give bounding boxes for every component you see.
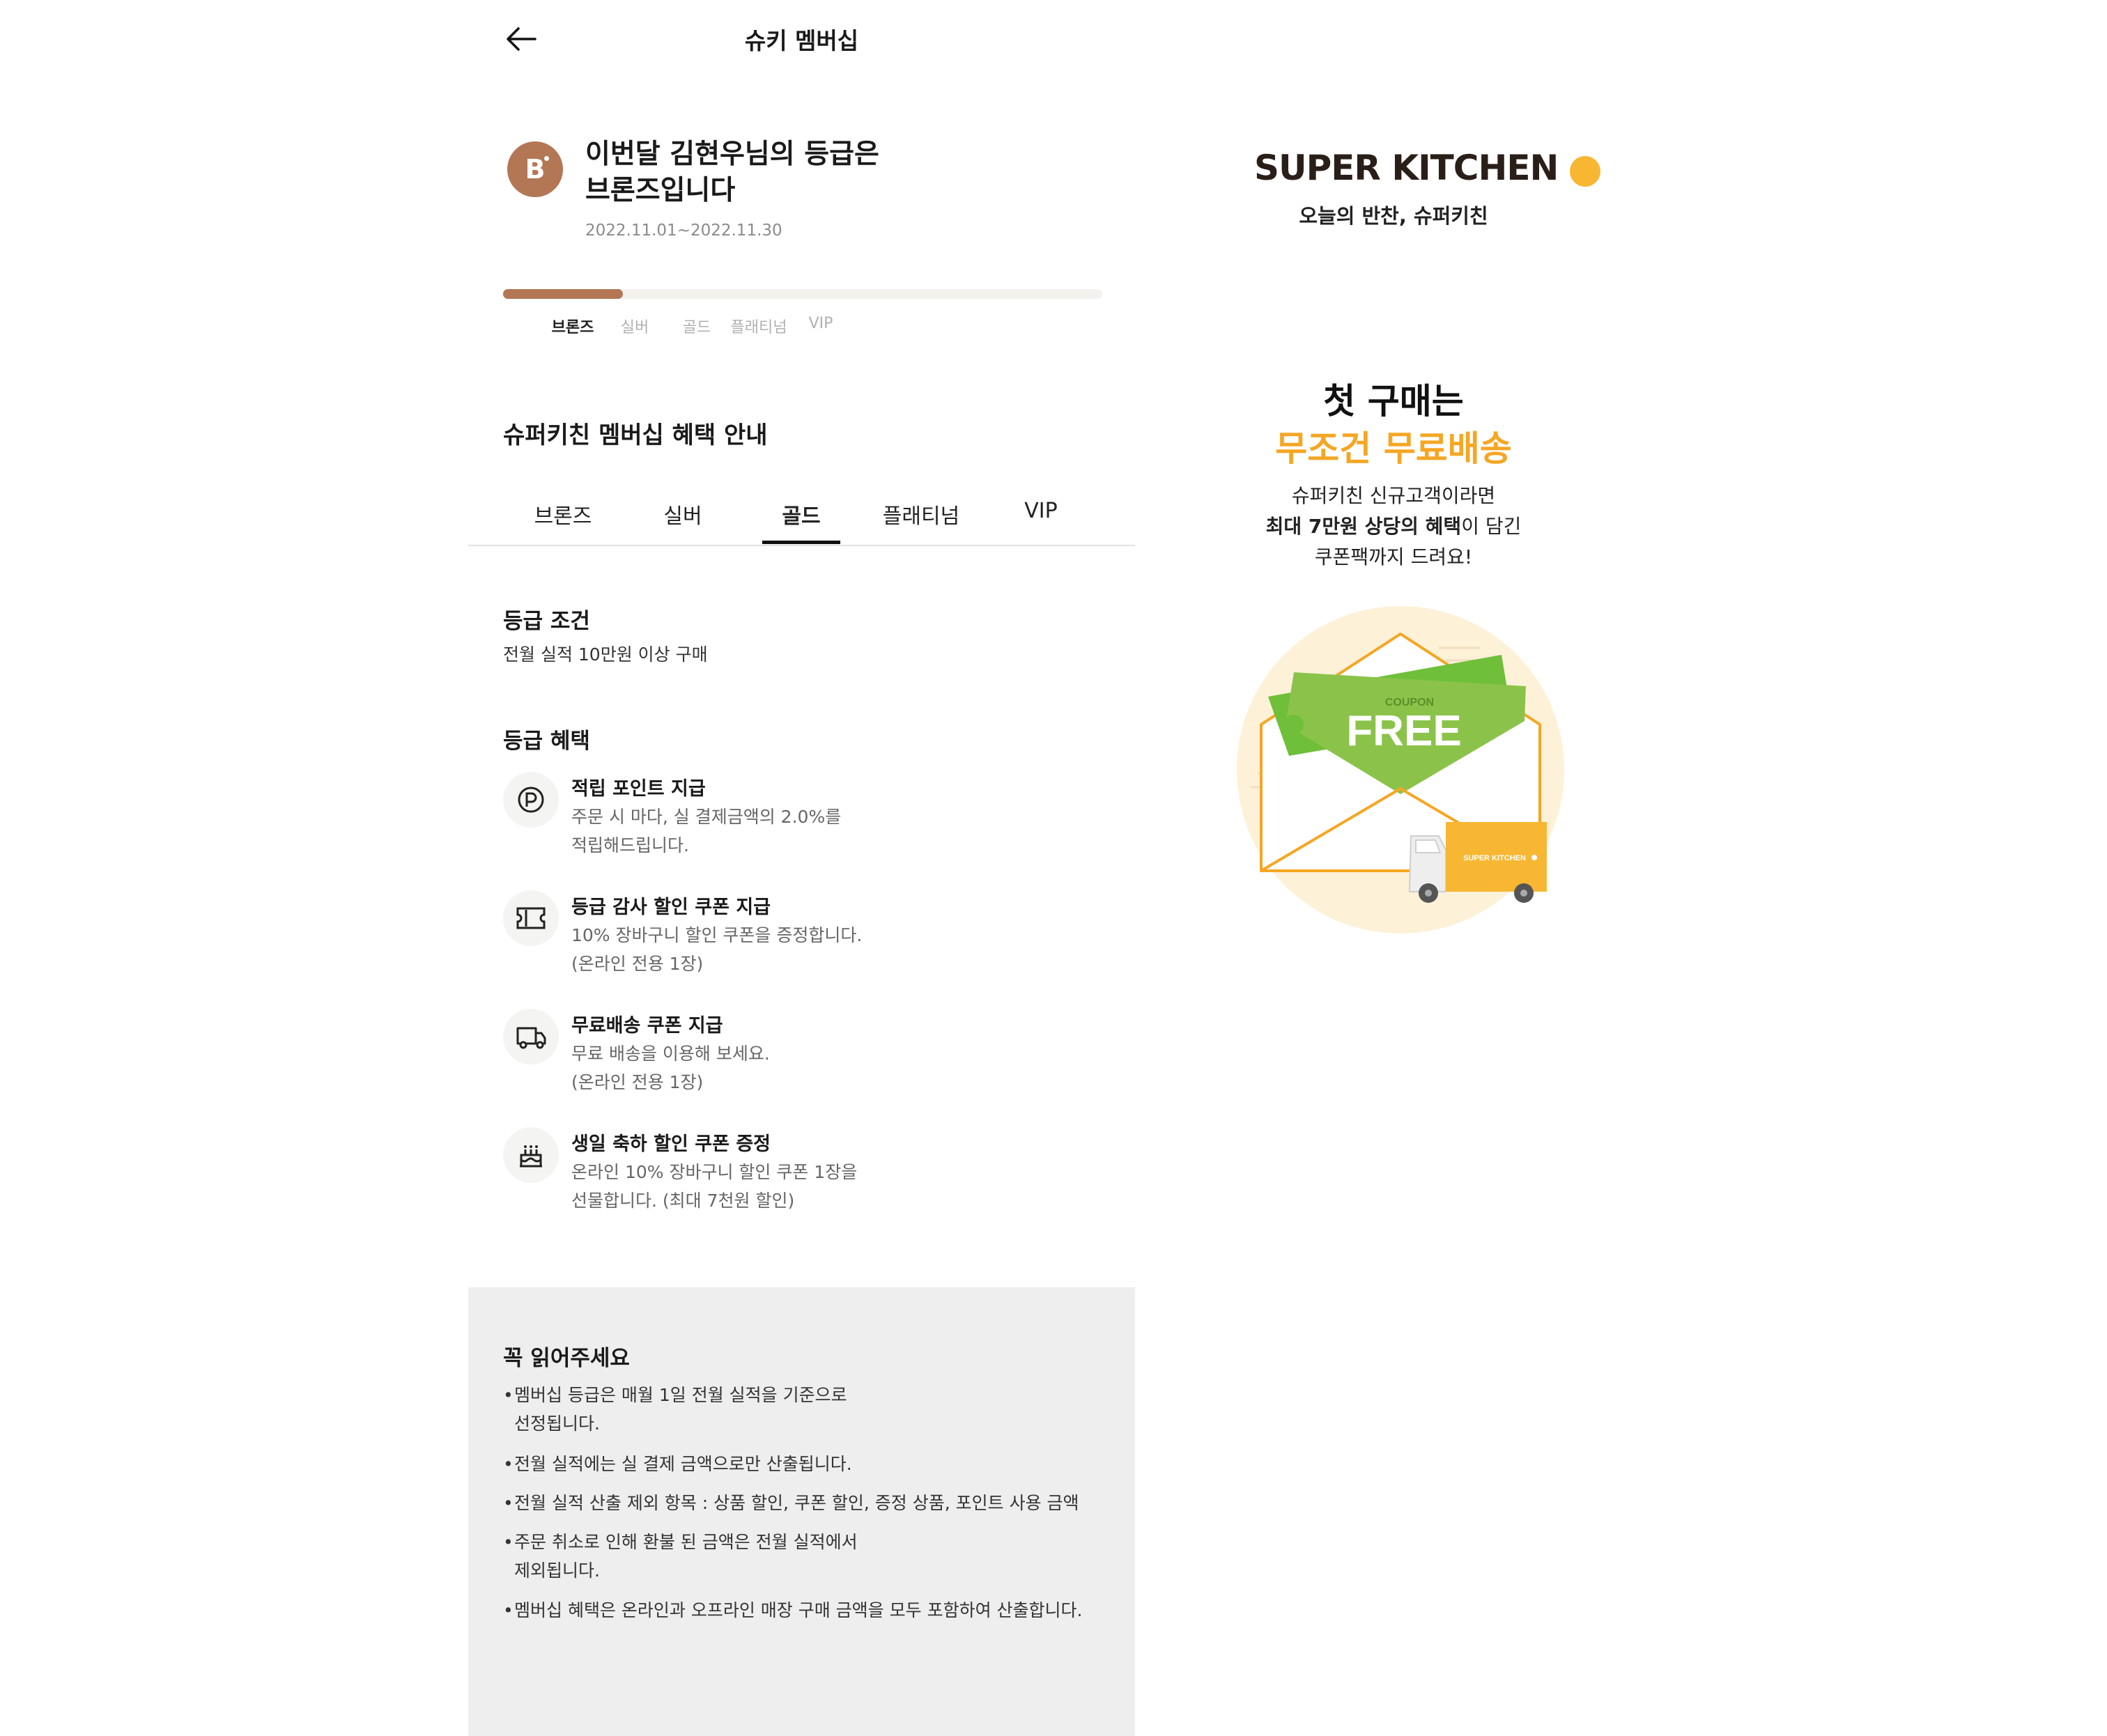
benefit-title: 등급 혜택 bbox=[503, 729, 590, 754]
badge-dot bbox=[544, 156, 549, 161]
notice-item: • 멤버십 등급은 매월 1일 전월 실적을 기준으로 선정됩니다. bbox=[503, 1381, 1116, 1438]
notice-item-line1: 멤버십 등급은 매월 1일 전월 실적을 기준으로 bbox=[514, 1385, 847, 1405]
bullet: • bbox=[503, 1493, 514, 1513]
brand-tagline: 오늘의 반찬, 슈퍼키친 bbox=[1299, 204, 1488, 228]
bullet: • bbox=[503, 1532, 514, 1552]
tab-selected-indicator bbox=[762, 541, 840, 544]
tab-vip[interactable]: VIP bbox=[999, 499, 1083, 523]
promo-desc-line2: 최대 7만원 상당의 혜택이 담긴 bbox=[1184, 511, 1603, 539]
grade-progress-fill bbox=[503, 289, 623, 299]
brand-logo: SUPER KITCHEN bbox=[1254, 148, 1559, 188]
notice-item-line1: 전월 실적에는 실 결제 금액으로만 산출됩니다. bbox=[514, 1454, 852, 1474]
grade-step-vip: VIP bbox=[808, 315, 833, 332]
benefit-item-desc: 무료 배송을 이용해 보세요. (온라인 전용 1장) bbox=[571, 1039, 962, 1096]
benefit-desc-line1: 무료 배송을 이용해 보세요. bbox=[571, 1044, 770, 1064]
notice-item-line1: 전월 실적 산출 제외 항목 : 상품 할인, 쿠폰 할인, 증정 상품, 포인… bbox=[514, 1493, 1079, 1513]
free-delivery-illustration: COUPON FREE SUPER KITCHEN bbox=[1237, 606, 1564, 933]
benefit-item-desc: 온라인 10% 장바구니 할인 쿠폰 1장을 선물합니다. (최대 7천원 할인… bbox=[571, 1158, 962, 1215]
tab-bronze[interactable]: 브론즈 bbox=[521, 499, 605, 529]
grade-progress-bar bbox=[503, 289, 1102, 299]
promo-desc-bold: 최대 7만원 상당의 혜택 bbox=[1265, 515, 1462, 538]
bullet: • bbox=[503, 1385, 514, 1405]
benefit-desc-line1: 주문 시 마다, 실 결제금액의 2.0%를 bbox=[571, 807, 842, 827]
benefit-item-title: 적립 포인트 지급 bbox=[571, 778, 706, 800]
benefit-desc-line2: 적립해드립니다. bbox=[571, 835, 689, 855]
grade-badge: B bbox=[507, 141, 563, 197]
notice-item-line2: 제외됩니다. bbox=[514, 1560, 600, 1581]
app-bar: 슈키 멤버십 bbox=[468, 0, 1135, 77]
tab-gold[interactable]: 골드 bbox=[759, 499, 843, 529]
benefit-desc-line2: (온라인 전용 1장) bbox=[571, 1072, 704, 1092]
promo-headline: 첫 구매는 bbox=[1323, 381, 1464, 421]
bullet: • bbox=[503, 1600, 514, 1620]
grade-message-line1: 이번달 김현우님의 등급은 bbox=[585, 139, 879, 170]
benefit-item-title: 생일 축하 할인 쿠폰 증정 bbox=[571, 1133, 771, 1155]
benefit-desc-line2: 선물합니다. (최대 7천원 할인) bbox=[571, 1191, 795, 1211]
grade-message: 이번달 김현우님의 등급은 브론즈입니다 bbox=[585, 137, 1003, 209]
promo-headline-highlight: 무조건 무료배송 bbox=[1275, 428, 1512, 469]
tab-silver[interactable]: 실버 bbox=[641, 499, 725, 529]
truck-label: SUPER KITCHEN bbox=[1463, 854, 1526, 862]
tab-platinum[interactable]: 플래티넘 bbox=[879, 499, 963, 529]
grade-tabs: 브론즈 실버 골드 플래티넘 VIP bbox=[468, 481, 1135, 546]
benefit-item-title: 등급 감사 할인 쿠폰 지급 bbox=[571, 897, 771, 918]
grade-badge-letter: B bbox=[525, 154, 546, 185]
coupon-text: FREE bbox=[1346, 707, 1461, 755]
benefit-item-desc: 주문 시 마다, 실 결제금액의 2.0%를 적립해드립니다. bbox=[571, 803, 962, 860]
cake-icon bbox=[503, 1127, 559, 1183]
benefit-desc-line1: 10% 장바구니 할인 쿠폰을 증정합니다. bbox=[571, 925, 863, 945]
notice-title: 꼭 읽어주세요 bbox=[503, 1346, 630, 1371]
membership-screen: 슈키 멤버십 B 이번달 김현우님의 등급은 브론즈입니다 2022.11.01… bbox=[468, 0, 1135, 1736]
notice-item: • 멤버십 혜택은 온라인과 오프라인 매장 구매 금액을 모두 포함하여 산출… bbox=[503, 1596, 1116, 1625]
notice-item-line1: 멤버십 혜택은 온라인과 오프라인 매장 구매 금액을 모두 포함하여 산출합니… bbox=[514, 1600, 1083, 1620]
promo-desc-line1: 슈퍼키친 신규고객이라면 bbox=[1291, 484, 1496, 507]
condition-title: 등급 조건 bbox=[503, 609, 590, 634]
bullet: • bbox=[503, 1454, 514, 1474]
notice-item-line2: 선정됩니다. bbox=[514, 1413, 600, 1434]
coupon-icon bbox=[503, 890, 559, 946]
promo-desc-rest: 이 담긴 bbox=[1461, 515, 1522, 538]
benefit-item-title: 무료배송 쿠폰 지급 bbox=[571, 1015, 723, 1037]
benefit-guide-title: 슈퍼키친 멤버십 혜택 안내 bbox=[503, 421, 768, 449]
benefit-desc-line2: (온라인 전용 1장) bbox=[571, 954, 704, 974]
benefit-desc-line1: 온라인 10% 장바구니 할인 쿠폰 1장을 bbox=[571, 1162, 858, 1182]
point-icon bbox=[503, 772, 559, 828]
grade-period: 2022.11.01~2022.11.30 bbox=[585, 222, 782, 240]
page-title: 슈키 멤버십 bbox=[744, 27, 859, 54]
notice-section: 꼭 읽어주세요 • 멤버십 등급은 매월 1일 전월 실적을 기준으로 선정됩니… bbox=[468, 1287, 1135, 1736]
notice-item: • 전월 실적에는 실 결제 금액으로만 산출됩니다. bbox=[503, 1450, 1116, 1478]
notice-item: • 주문 취소로 인해 환불 된 금액은 전월 실적에서 제외됩니다. bbox=[503, 1528, 1116, 1585]
notice-item: • 전월 실적 산출 제외 항목 : 상품 할인, 쿠폰 할인, 증정 상품, … bbox=[503, 1489, 1116, 1517]
grade-message-line2: 브론즈입니다 bbox=[585, 175, 736, 206]
promo-desc-line3: 쿠폰팩까지 드려요! bbox=[1314, 545, 1473, 568]
promo-banner: SUPER KITCHEN 오늘의 반찬, 슈퍼키친 첫 구매는 무조건 무료배… bbox=[1184, 0, 1603, 975]
notice-item-line1: 주문 취소로 인해 환불 된 금액은 전월 실적에서 bbox=[514, 1532, 858, 1552]
benefit-item-desc: 10% 장바구니 할인 쿠폰을 증정합니다. (온라인 전용 1장) bbox=[571, 921, 962, 978]
truck-icon bbox=[503, 1009, 559, 1064]
brand-logo-dot bbox=[1570, 156, 1600, 187]
condition-text: 전월 실적 10만원 이상 구매 bbox=[503, 644, 708, 665]
